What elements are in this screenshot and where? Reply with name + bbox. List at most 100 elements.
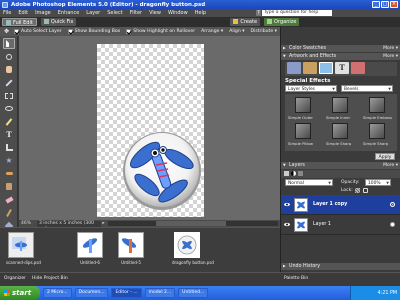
menu-image[interactable]: Image <box>35 10 51 16</box>
marquee-tool-icon[interactable] <box>3 90 15 101</box>
start-button[interactable]: start <box>0 286 40 300</box>
status-menu-arrow-icon[interactable]: ▸ <box>101 221 106 226</box>
brush-tool-icon[interactable] <box>3 207 15 218</box>
undo-history-panel-header[interactable]: Undo History <box>281 263 400 270</box>
align-dropdown[interactable]: Align ▾ <box>229 29 244 34</box>
bounding-box-checkbox[interactable] <box>67 29 73 34</box>
menu-enhance[interactable]: Enhance <box>58 10 80 16</box>
bin-item[interactable]: scanned-dips.psd <box>6 232 41 265</box>
organize-button[interactable]: Organize <box>264 18 300 26</box>
horizontal-scrollbar[interactable] <box>108 221 278 226</box>
show-highlight-option[interactable]: Show Highlight on Rollover <box>126 29 195 34</box>
zoom-readout[interactable]: 46% <box>19 221 37 226</box>
layer-link-radio[interactable] <box>390 222 395 227</box>
clone-stamp-tool-icon[interactable] <box>3 181 15 192</box>
hide-project-bin-button[interactable]: Hide Project Bin <box>32 276 68 281</box>
text-effects-icon[interactable]: T <box>335 62 349 74</box>
special-effects-icon[interactable] <box>319 62 333 74</box>
cookie-cutter-tool-icon[interactable]: ★ <box>3 155 15 166</box>
zoom-tool-icon[interactable] <box>3 51 15 62</box>
eyedropper-tool-icon[interactable] <box>3 77 15 88</box>
taskbar-item[interactable]: Documen... <box>74 288 109 298</box>
organizer-button[interactable]: Organizer <box>4 276 26 281</box>
hand-tool-icon[interactable] <box>3 64 15 75</box>
taskbar-item[interactable]: Untitled... <box>178 288 209 298</box>
maximize-button[interactable]: □ <box>381 1 389 8</box>
arrange-dropdown[interactable]: Arrange ▾ <box>201 29 223 34</box>
clock[interactable]: 4:21 PM <box>378 291 397 296</box>
color-swatches-panel-header[interactable]: Color Swatches More ▾ <box>281 45 400 52</box>
healing-brush-tool-icon[interactable] <box>3 168 15 179</box>
create-button[interactable]: Create <box>230 18 261 26</box>
menu-help[interactable]: Help <box>195 10 206 16</box>
move-tool-icon[interactable] <box>3 38 15 49</box>
show-bounding-box-option[interactable]: Show Bounding Box <box>67 29 120 34</box>
blend-mode-select[interactable]: Normal <box>285 179 333 187</box>
bin-item[interactable]: Untitled-5 <box>116 232 146 265</box>
visibility-eye-icon[interactable] <box>284 222 290 227</box>
help-search-icon[interactable]: ? <box>256 10 261 16</box>
project-bin: scanned-dips.psd Untitled-6 Untitled-5 d… <box>0 227 280 272</box>
type-tool-icon[interactable]: T <box>3 129 15 140</box>
apply-button[interactable]: Apply <box>375 153 395 160</box>
lasso-tool-icon[interactable] <box>3 103 15 114</box>
style-swatch[interactable] <box>295 123 311 139</box>
layer-name[interactable]: Layer 1 <box>313 222 331 227</box>
auto-select-layer-option[interactable]: Auto Select Layer <box>14 29 62 34</box>
layer-row[interactable]: Layer 1 copy <box>281 195 400 215</box>
taskbar-item[interactable]: 2 Micro... <box>43 288 72 298</box>
layer-name[interactable]: Layer 1 copy <box>313 202 347 207</box>
new-layer-icon[interactable] <box>284 171 289 176</box>
taskbar-item[interactable]: model 2... <box>144 288 176 298</box>
quick-fix-tab[interactable]: Quick Fix <box>40 18 77 26</box>
artwork-effects-panel-header[interactable]: Artwork and Effects More ▾ <box>281 53 400 60</box>
dragonfly-thumb-icon <box>12 237 27 251</box>
style-swatch[interactable] <box>332 97 348 113</box>
style-swatch[interactable] <box>369 97 385 113</box>
full-edit-tab[interactable]: Full Edit <box>2 18 37 26</box>
distribute-label: Distribute <box>250 29 274 34</box>
menu-window[interactable]: Window <box>168 10 188 16</box>
layer-link-radio[interactable] <box>390 202 395 207</box>
magic-wand-tool-icon[interactable] <box>3 116 15 127</box>
effects-category-select[interactable]: Bevels <box>341 85 393 93</box>
menu-layer[interactable]: Layer <box>86 10 100 16</box>
close-button[interactable]: × <box>390 1 398 8</box>
style-swatch[interactable] <box>369 123 385 139</box>
panel-menu-icon[interactable]: More ▾ <box>383 162 398 169</box>
palette-bin-toggle[interactable]: Palette Bin <box>284 276 308 281</box>
crop-tool-icon[interactable] <box>3 142 15 153</box>
menu-filter[interactable]: Filter <box>130 10 142 16</box>
eraser-tool-icon[interactable] <box>3 194 15 205</box>
taskbar-item-active[interactable]: Editor - ... <box>111 288 142 298</box>
bin-item-selected[interactable]: dragonfly button.psd <box>172 232 214 265</box>
auto-select-checkbox[interactable] <box>14 29 20 34</box>
visibility-eye-icon[interactable] <box>284 202 290 207</box>
style-swatch[interactable] <box>295 97 311 113</box>
scrollbar-thumb[interactable] <box>156 221 226 226</box>
highlight-checkbox[interactable] <box>126 29 132 34</box>
bin-item[interactable]: Untitled-6 <box>75 232 105 265</box>
style-swatch[interactable] <box>332 123 348 139</box>
menu-file[interactable]: File <box>3 10 11 16</box>
themes-icon[interactable] <box>303 62 317 74</box>
lock-transparency-icon[interactable] <box>355 188 360 193</box>
menu-select[interactable]: Select <box>107 10 122 16</box>
trash-icon[interactable] <box>298 171 303 176</box>
artwork-icon[interactable] <box>287 62 301 74</box>
menu-edit[interactable]: Edit <box>18 10 28 16</box>
panel-menu-icon[interactable]: More ▾ <box>383 45 398 52</box>
layers-panel-header[interactable]: Layers More ▾ <box>281 162 400 169</box>
minimize-button[interactable]: _ <box>372 1 380 8</box>
menu-view[interactable]: View <box>149 10 161 16</box>
effects-type-select[interactable]: Layer Styles <box>285 85 337 93</box>
distribute-dropdown[interactable]: Distribute ▾ <box>251 29 277 34</box>
opacity-input[interactable]: 100% <box>365 179 391 187</box>
lock-all-icon[interactable] <box>363 188 368 193</box>
help-search-input[interactable]: Type a question for help <box>262 10 332 16</box>
panel-menu-icon[interactable]: More ▾ <box>383 53 398 60</box>
adjustment-layer-icon[interactable] <box>291 171 296 176</box>
favorites-icon[interactable] <box>351 62 365 74</box>
window-controls: _ □ × <box>372 1 398 8</box>
layer-row[interactable]: Layer 1 <box>281 215 400 235</box>
